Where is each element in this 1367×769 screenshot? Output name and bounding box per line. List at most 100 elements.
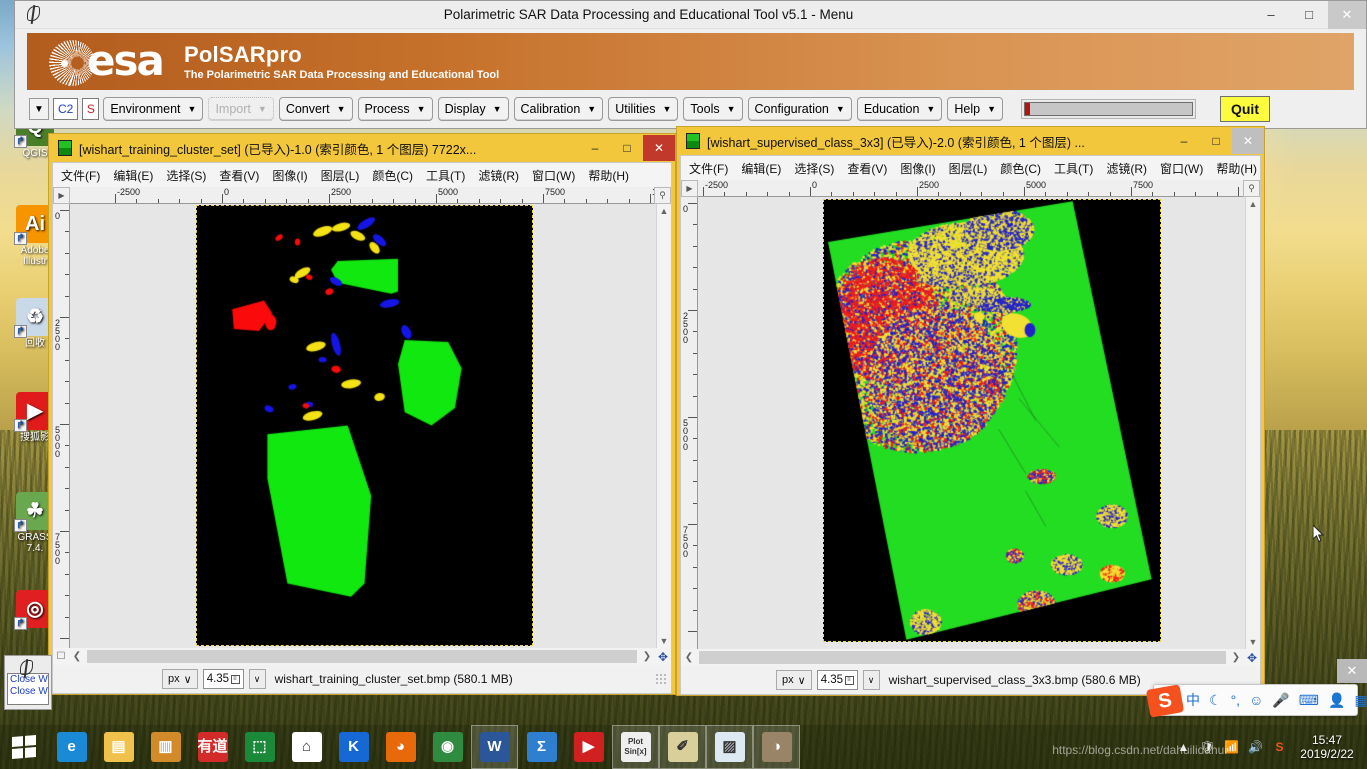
gimp-menu-item-6[interactable]: 颜色(C) — [372, 167, 413, 184]
zoom-spinner-right[interactable]: ≡ — [845, 675, 854, 685]
menu-help[interactable]: Help ▼ — [947, 97, 1003, 121]
menu-education[interactable]: Education ▼ — [856, 97, 943, 121]
select-region-icon[interactable]: ☐ — [53, 651, 69, 662]
taskbar-item-polsarpro-feather[interactable]: ✐ — [659, 725, 706, 769]
menu-calibration[interactable]: Calibration ▼ — [513, 97, 604, 121]
user-icon[interactable]: 👤 — [1328, 692, 1345, 709]
taskbar-item-kugou-music[interactable]: K — [330, 725, 377, 769]
taskbar-item-notes-app[interactable]: ▥ — [142, 725, 189, 769]
polsarpro-toolbar[interactable]: ▼ C2 S Environment ▼ Import ▼ Convert ▼ Proces… — [15, 90, 1366, 124]
tray-expand-icon[interactable]: ▲ — [1175, 739, 1192, 756]
unit-selector-left[interactable]: px ∨ — [162, 669, 198, 689]
windows-taskbar[interactable]: e ▤ ▥ 有道 ⬚ ⌂ K ◕ ◉ W Σ ▶ Plot Sin[x] ✐ ▨ ◑ ▲ 🛡 📶 🔊 S 15… — [0, 725, 1367, 769]
gimp-menu-item-3[interactable]: 查看(V) — [219, 167, 259, 184]
taskbar-item-youdao-dictionary[interactable]: 有道 — [189, 725, 236, 769]
taskbar-item-internet-explorer[interactable]: e — [48, 725, 95, 769]
gimp-menu-item-1[interactable]: 编辑(E) — [113, 167, 153, 184]
ime-close-button[interactable]: ✕ — [1337, 659, 1367, 683]
maximize-button[interactable]: □ — [1290, 1, 1328, 29]
menu-display[interactable]: Display ▼ — [437, 97, 509, 121]
taskbar-item-file-explorer[interactable]: ▤ — [95, 725, 142, 769]
volume-icon[interactable]: 🔊 — [1247, 739, 1264, 756]
vertical-ruler[interactable]: 0 2500 5000 7500 — [53, 204, 70, 648]
zoom-dropdown-right[interactable]: ∨ — [862, 670, 880, 690]
gimp-menu-item-2[interactable]: 选择(S) — [794, 160, 834, 177]
gimp-window-training-cluster[interactable]: [wishart_training_cluster_set] (已导入)-1.0… — [48, 133, 676, 695]
navigation-move-icon[interactable]: ✥ — [655, 650, 671, 664]
sogou-icon[interactable]: S — [1271, 739, 1288, 756]
taskbar-item-gimp[interactable]: ◑ — [753, 725, 800, 769]
gimp-menu-item-6[interactable]: 颜色(C) — [1000, 160, 1041, 177]
taskbar-item-firefox[interactable]: ◕ — [377, 725, 424, 769]
polsarpro-main-window[interactable]: Polarimetric SAR Data Processing and Edu… — [14, 0, 1367, 129]
gimp-right-titlebar[interactable]: [wishart_supervised_class_3x3] (已导入)-2.0… — [677, 127, 1264, 155]
taskbar-item-microsoft-word[interactable]: W — [471, 725, 518, 769]
zoom-dropdown-left[interactable]: ∨ — [248, 669, 266, 689]
menu-process[interactable]: Process ▼ — [357, 97, 433, 121]
gimp-menu-item-5[interactable]: 图层(L) — [949, 160, 988, 177]
zoom-input-right[interactable]: 4.35 ≡ — [816, 670, 858, 690]
menu-pill-group[interactable]: Environment ▼ Import ▼ Convert ▼ Process ▼ Displ… — [103, 97, 1003, 121]
scroll-left-button[interactable]: ❮ — [681, 652, 697, 663]
gimp-menu-item-8[interactable]: 滤镜(R) — [478, 167, 519, 184]
gimp-menu-item-9[interactable]: 窗口(W) — [532, 167, 575, 184]
horizontal-ruler[interactable]: -2500 0 2500 5000 7500 1000 — [70, 187, 654, 204]
gimp-menu-item-5[interactable]: 图层(L) — [321, 167, 360, 184]
vertical-ruler[interactable]: 0 2500 5000 7500 — [681, 197, 698, 649]
gimp-menu-item-4[interactable]: 图像(I) — [900, 160, 935, 177]
polsarpro-titlebar[interactable]: Polarimetric SAR Data Processing and Edu… — [15, 0, 1366, 29]
chinese-mode-icon[interactable]: 中 — [1186, 690, 1200, 710]
taskbar-clock[interactable]: 15:47 2019/2/22 — [1295, 733, 1359, 761]
menu-environment[interactable]: Environment ▼ — [103, 97, 204, 121]
scroll-right-button[interactable]: ❯ — [1228, 652, 1244, 663]
system-tray[interactable]: ▲ 🛡 📶 🔊 S 15:47 2019/2/22 — [1175, 733, 1367, 761]
ruler-origin-button[interactable]: ▶ — [681, 180, 698, 197]
taskbar-item-windows-store[interactable]: ⬚ — [236, 725, 283, 769]
taskbar-item-group[interactable]: e ▤ ▥ 有道 ⬚ ⌂ K ◕ ◉ W Σ ▶ Plot Sin[x] ✐ ▨ ◑ — [48, 725, 800, 769]
gimp-menu-item-0[interactable]: 文件(F) — [689, 160, 728, 177]
emoji-icon[interactable]: ☺ — [1249, 692, 1263, 708]
chevron-down-icon[interactable]: ▼ — [29, 98, 49, 120]
taskbar-item-google-chrome[interactable]: ◉ — [424, 725, 471, 769]
gimp-right-maximize-button[interactable]: □ — [1200, 128, 1232, 154]
horizontal-ruler[interactable]: -2500 0 2500 5000 7500 — [698, 180, 1243, 197]
gimp-menu-item-0[interactable]: 文件(F) — [61, 167, 100, 184]
windows-start-button[interactable] — [0, 725, 48, 769]
zoom-input-left[interactable]: 4.35 ≡ — [202, 669, 244, 689]
taskbar-item-sigma-math-app[interactable]: Σ — [518, 725, 565, 769]
gimp-menu-item-10[interactable]: 帮助(H) — [1216, 160, 1257, 177]
gimp-menu-item-9[interactable]: 窗口(W) — [1160, 160, 1203, 177]
vertical-scrollbar[interactable]: ▲ ▼ — [656, 204, 671, 648]
gimp-menu-item-2[interactable]: 选择(S) — [166, 167, 206, 184]
close-button[interactable]: ✕ — [1328, 0, 1366, 29]
minimize-button[interactable]: – — [1252, 1, 1290, 29]
gimp-menu-item-10[interactable]: 帮助(H) — [588, 167, 629, 184]
gimp-menu-item-3[interactable]: 查看(V) — [847, 160, 887, 177]
shield-icon[interactable]: 🛡 — [1199, 739, 1216, 756]
scroll-right-button[interactable]: ❯ — [639, 651, 655, 662]
navigation-move-icon[interactable]: ✥ — [1244, 651, 1260, 665]
keyboard-icon[interactable]: ⌨ — [1299, 692, 1319, 709]
gimp-left-maximize-button[interactable]: □ — [611, 135, 643, 161]
gimp-menu-item-7[interactable]: 工具(T) — [426, 167, 465, 184]
s-flag-field[interactable]: S — [82, 98, 100, 120]
gimp-right-menubar[interactable]: 文件(F) 编辑(E) 选择(S) 查看(V) 图像(I) 图层(L) 颜色(C) 工具(T)… — [681, 156, 1260, 180]
gimp-menu-item-4[interactable]: 图像(I) — [272, 167, 307, 184]
window-controls[interactable]: – □ ✕ — [1252, 0, 1366, 29]
sogou-ime-toolbar[interactable]: S 中 ☾ °, ☺ 🎤 ⌨ 👤 ▦ — [1145, 684, 1367, 718]
gimp-left-hscroll-row[interactable]: ☐ ❮ ❯ ✥ — [53, 648, 671, 665]
ruler-origin-button[interactable]: ▶ — [53, 187, 70, 204]
quit-button[interactable]: Quit — [1219, 96, 1270, 122]
unit-selector-right[interactable]: px ∨ — [776, 670, 812, 690]
gimp-left-minimize-button[interactable]: – — [579, 135, 611, 161]
vertical-scrollbar[interactable]: ▲ ▼ — [1245, 197, 1260, 649]
gimp-window-supervised-class[interactable]: [wishart_supervised_class_3x3] (已导入)-2.0… — [676, 126, 1265, 696]
gimp-right-minimize-button[interactable]: – — [1168, 128, 1200, 154]
gimp-menu-item-8[interactable]: 滤镜(R) — [1106, 160, 1147, 177]
taskbar-item-home-app[interactable]: ⌂ — [283, 725, 330, 769]
scroll-left-button[interactable]: ❮ — [69, 651, 85, 662]
data-format-field[interactable]: C2 — [53, 98, 79, 120]
punctuation-icon[interactable]: °, — [1231, 692, 1241, 708]
network-icon[interactable]: 📶 — [1223, 739, 1240, 756]
zoom-spinner-left[interactable]: ≡ — [231, 674, 240, 684]
